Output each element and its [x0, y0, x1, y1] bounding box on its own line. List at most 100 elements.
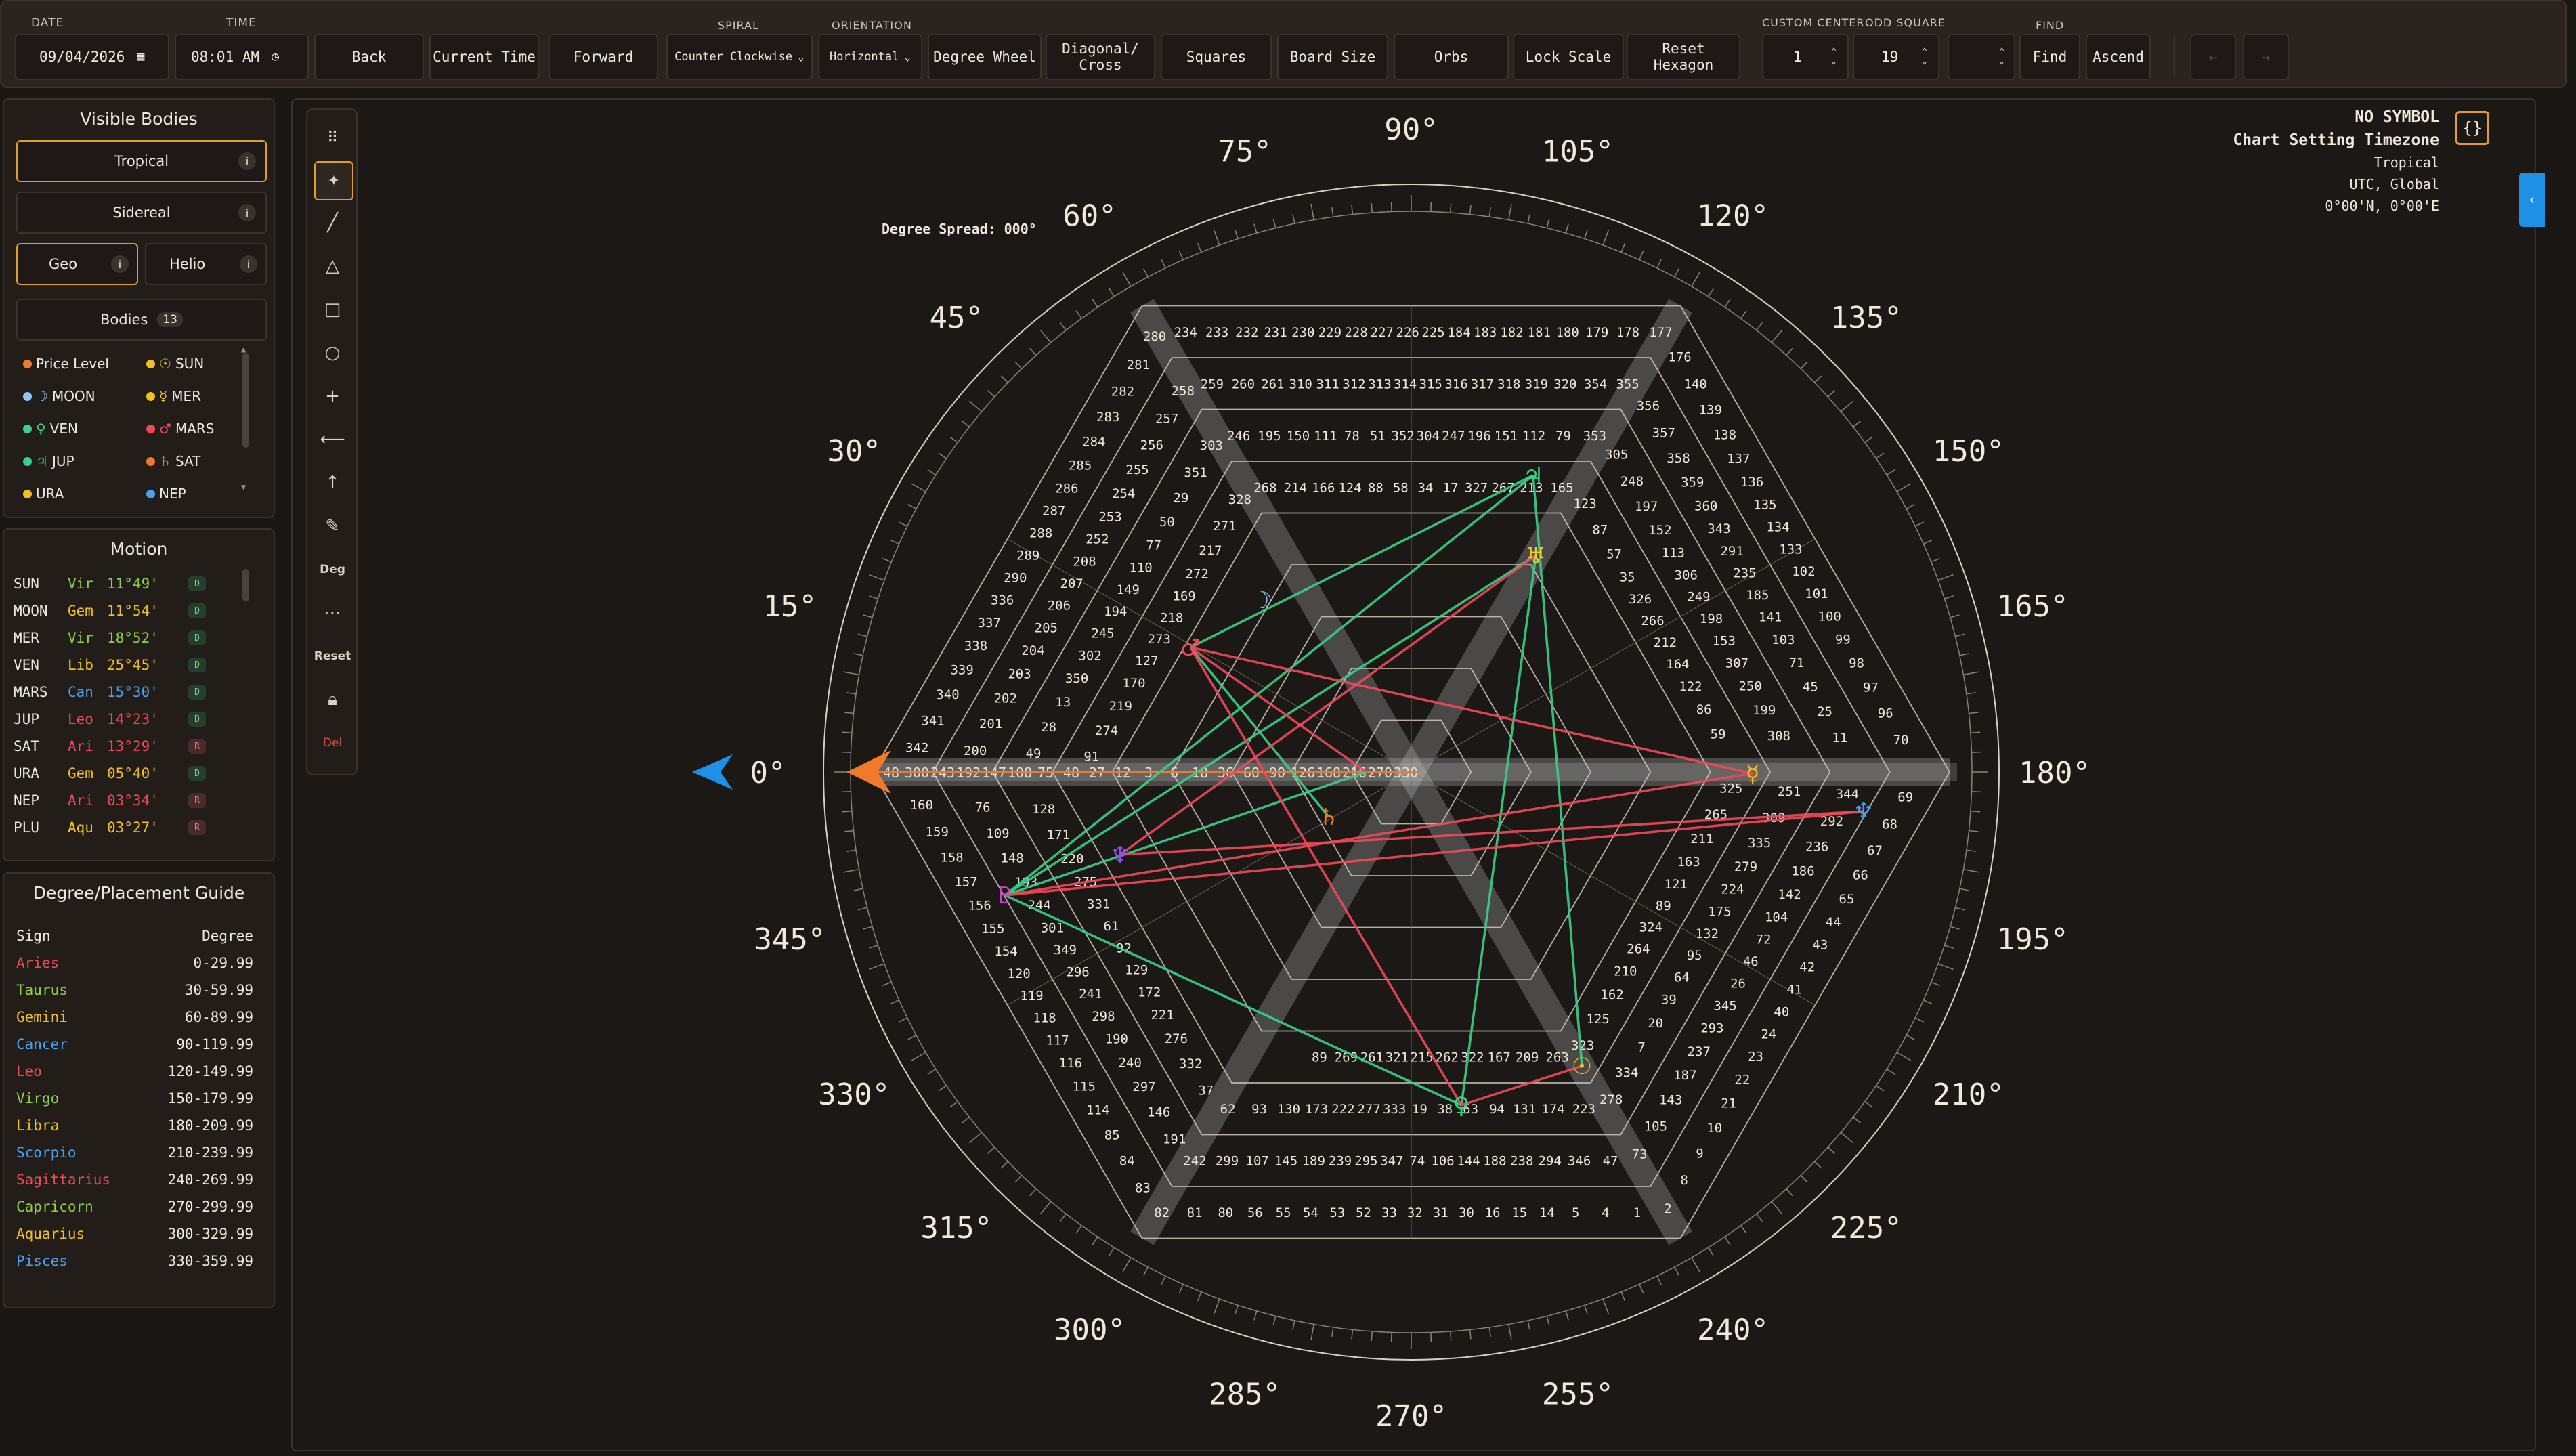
degree-tick	[927, 1069, 937, 1075]
square-aspect-line	[1461, 1065, 1583, 1107]
hexagon-cell-number: 133	[1779, 542, 1802, 557]
degree-tick	[1906, 1035, 1915, 1040]
degree-tick	[1966, 692, 1976, 695]
degree-tick	[1876, 452, 1885, 459]
degree-wheel-label: 165°	[1997, 589, 2069, 624]
hexagon-cell-number: 261	[1261, 377, 1284, 391]
hexagon-cell-number: 149	[1117, 582, 1140, 597]
hexagon-cell-number: 317	[1471, 377, 1494, 391]
hexagon-cell-number: 61	[1103, 919, 1119, 934]
hexagon-cell-number: 301	[1041, 920, 1064, 935]
hexagon-cell-number: 280	[1143, 329, 1166, 344]
degree-tick	[1786, 347, 1793, 356]
hexagon-cell-number: 254	[1112, 486, 1135, 501]
planet-glyph-icon: ♇	[995, 882, 1015, 909]
hexagon-cell-number: 308	[1767, 729, 1790, 744]
hexagon-cell-number: 14	[1539, 1205, 1555, 1220]
degree-tick	[853, 653, 863, 656]
hexagon-cell-number: 263	[1545, 1050, 1568, 1065]
hexagon-cell-number: 262	[1436, 1050, 1459, 1065]
hexagon-cell-number: 331	[1087, 897, 1110, 912]
hexagon-cell-number: 51	[1370, 429, 1386, 444]
hexagon-cell-number: 106	[1431, 1154, 1454, 1169]
hexagon-cell-number: 220	[1060, 851, 1083, 866]
planet-glyph-icon: ♅	[1526, 542, 1546, 570]
degree-tick	[1075, 310, 1082, 319]
hexagon-cell-number: 166	[1312, 480, 1335, 495]
degree-tick	[1923, 1000, 1933, 1005]
hexagon-cell-number: 8	[1680, 1173, 1688, 1188]
degree-tick	[1565, 223, 1569, 234]
hexagon-cell-number: 131	[1513, 1102, 1536, 1117]
hexagon-cell-number: 153	[1713, 633, 1736, 648]
degree-tick	[1876, 1085, 1885, 1092]
degree-tick	[911, 1052, 926, 1061]
hexagon-cell-number: 177	[1649, 325, 1672, 340]
degree-tick	[1178, 1284, 1184, 1293]
hexagon-cell-number: 289	[1016, 548, 1039, 563]
degree-tick	[1708, 288, 1714, 297]
hexagon-cell-number: 339	[950, 662, 973, 677]
degree-tick	[1178, 251, 1184, 260]
hexagon-cell-number: 2	[1664, 1201, 1671, 1216]
hexagon-cell-number: 128	[1032, 802, 1055, 817]
degree-wheel-label: 135°	[1830, 301, 1902, 335]
hexagon-cell-number: 246	[1227, 429, 1250, 444]
degree-tick	[1310, 203, 1314, 220]
planet-glyph-icon: ♆	[1110, 842, 1130, 869]
degree-tick	[1969, 830, 1979, 832]
hexagon-cell-number: 100	[1818, 609, 1841, 624]
hexagon-cell-number: 287	[1042, 504, 1065, 519]
degree-tick	[949, 436, 958, 443]
planet-glyph-icon: ☉	[1572, 1053, 1592, 1080]
degree-tick	[1886, 1069, 1895, 1075]
degree-tick	[1955, 907, 1965, 911]
degree-tick	[1639, 1284, 1644, 1293]
degree-tick	[1853, 1117, 1861, 1123]
hexagon-cell-number: 119	[1020, 989, 1043, 1004]
hexagon-cell-number: 25	[1817, 704, 1832, 719]
hexagon-cell-number: 222	[1331, 1102, 1354, 1117]
hexagon-cell-number: 229	[1318, 325, 1341, 340]
degree-tick	[1488, 1327, 1491, 1337]
degree-tick	[1963, 869, 1980, 873]
hexagon-cell-number: 196	[1467, 429, 1490, 444]
degree-wheel-label: 150°	[1933, 434, 2004, 469]
hexagon-cell-number: 200	[964, 744, 987, 758]
degree-tick	[857, 907, 867, 911]
square-of-nine-hexagon-chart[interactable]: 0° 15° 30° 45° 60° 75° 90° 105° 120° 135° 150° 165°…	[0, 0, 2576, 1456]
degree-wheel-label: 105°	[1542, 134, 1614, 169]
hexagon-cell-number: 307	[1725, 656, 1748, 670]
hexagon-cell-number: 252	[1086, 532, 1109, 547]
planet-glyph-icon: ☽	[1252, 587, 1272, 614]
hexagon-cell-number: 359	[1681, 475, 1704, 490]
hexagon-cell-number: 42	[1799, 960, 1815, 975]
hexagon-cell-number: 305	[1605, 448, 1628, 463]
degree-tick	[1109, 1247, 1115, 1256]
degree-tick	[1143, 1266, 1149, 1276]
degree-tick	[1197, 1291, 1202, 1301]
hexagon-cell-number: 322	[1461, 1050, 1484, 1065]
hexagon-cell-number: 201	[979, 716, 1002, 731]
hexagon-cell-number: 85	[1104, 1128, 1120, 1142]
hexagon-cell-number: 187	[1673, 1068, 1696, 1083]
hexagon-cell-number: 225	[1421, 325, 1444, 340]
hexagon-cell-number: 130	[1277, 1102, 1300, 1117]
degree-tick	[1914, 1017, 1925, 1023]
degree-tick	[1620, 1291, 1626, 1301]
degree-tick	[1931, 981, 1940, 987]
degree-tick	[1039, 329, 1052, 343]
hexagon-cell-number: 40	[1774, 1004, 1789, 1019]
degree-tick	[1970, 811, 1981, 813]
hexagon-cell-number: 31	[1433, 1205, 1448, 1220]
hexagon-cell-number: 238	[1510, 1154, 1533, 1169]
degree-tick	[1331, 1327, 1334, 1337]
hexagon-cell-number: 87	[1592, 522, 1608, 537]
degree-wheel-label: 90°	[1384, 112, 1438, 147]
hexagon-cell-number: 328	[1228, 492, 1251, 507]
hexagon-cell-number: 191	[1163, 1132, 1186, 1147]
hexagon-cell-number: 234	[1174, 325, 1197, 340]
hexagon-cell-number: 312	[1342, 377, 1365, 391]
hexagon-cell-number: 256	[1140, 437, 1163, 452]
hexagon-cell-number: 44	[1826, 915, 1841, 930]
